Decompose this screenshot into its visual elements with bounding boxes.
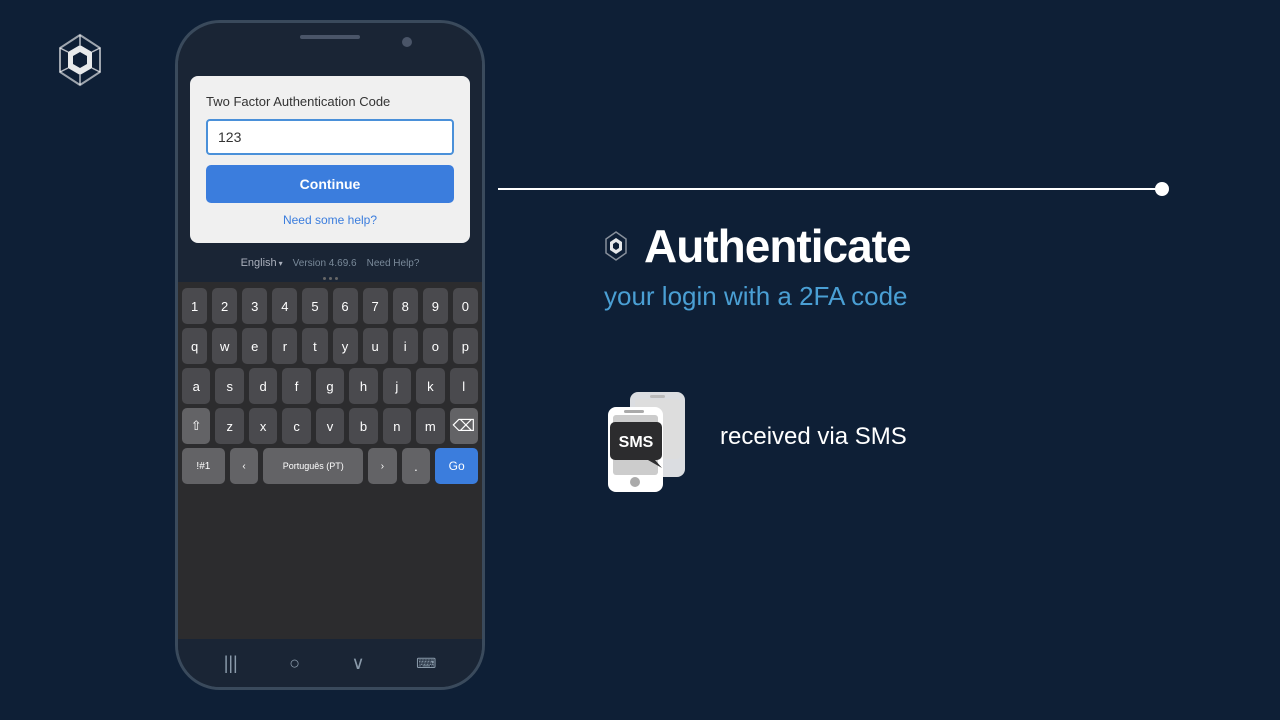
footer-need-help[interactable]: Need Help? (367, 258, 420, 269)
authenticate-brand-icon (600, 230, 632, 262)
key-h[interactable]: h (349, 368, 377, 404)
key-8[interactable]: 8 (393, 288, 418, 324)
2fa-code-input[interactable] (206, 119, 454, 155)
backspace-key[interactable]: ⌫ (450, 408, 478, 444)
language-key[interactable]: Português (PT) (263, 448, 363, 484)
keyboard-row-3: ⇧ z x c v b n m ⌫ (182, 408, 478, 444)
key-f[interactable]: f (282, 368, 310, 404)
phone-camera-dot (402, 37, 412, 47)
key-w[interactable]: w (212, 328, 237, 364)
on-screen-keyboard: 1 2 3 4 5 6 7 8 9 0 q w e r t y u i (178, 282, 482, 639)
key-s[interactable]: s (215, 368, 243, 404)
dialog-title: Two Factor Authentication Code (206, 94, 454, 109)
key-v[interactable]: v (316, 408, 344, 444)
key-d[interactable]: d (249, 368, 277, 404)
key-m[interactable]: m (416, 408, 444, 444)
sms-received-label: received via SMS (720, 423, 907, 451)
keyboard-mode-dots (315, 275, 346, 282)
symbols-key[interactable]: !#1 (182, 448, 225, 484)
key-i[interactable]: i (393, 328, 418, 364)
key-k[interactable]: k (416, 368, 444, 404)
key-z[interactable]: z (215, 408, 243, 444)
authenticate-label: Authenticate (644, 219, 911, 273)
key-g[interactable]: g (316, 368, 344, 404)
keyboard-nav-button[interactable]: ⌨ (416, 655, 436, 672)
phone-app-footer: English ▾ Version 4.69.6 Need Help? (231, 251, 430, 275)
sms-section: SMS received via SMS (600, 372, 1220, 502)
need-help-link[interactable]: Need some help? (206, 213, 454, 227)
dot2 (329, 277, 332, 280)
phone-screen-content: Two Factor Authentication Code Continue … (178, 61, 482, 639)
dot3 (335, 277, 338, 280)
key-p[interactable]: p (453, 328, 478, 364)
phone-mockup: Two Factor Authentication Code Continue … (175, 20, 485, 690)
key-5[interactable]: 5 (302, 288, 327, 324)
go-key[interactable]: Go (435, 448, 478, 484)
keyboard-number-row: 1 2 3 4 5 6 7 8 9 0 (182, 288, 478, 324)
recent-nav-button[interactable]: ∨ (351, 653, 364, 674)
key-b[interactable]: b (349, 408, 377, 444)
shift-key[interactable]: ⇧ (182, 408, 210, 444)
phone-bottom-nav: ||| ○ ∨ ⌨ (178, 639, 482, 687)
key-o[interactable]: o (423, 328, 448, 364)
language-selector[interactable]: English ▾ (241, 257, 283, 269)
connecting-line (498, 188, 1162, 190)
key-q[interactable]: q (182, 328, 207, 364)
phone-notch-line (300, 35, 360, 39)
continue-button[interactable]: Continue (206, 165, 454, 203)
authenticate-title-row: Authenticate (600, 219, 1220, 273)
keyboard-row-2: a s d f g h j k l (182, 368, 478, 404)
key-t[interactable]: t (302, 328, 327, 364)
version-text: Version 4.69.6 (293, 258, 357, 269)
key-4[interactable]: 4 (272, 288, 297, 324)
svg-text:SMS: SMS (619, 434, 654, 451)
key-l[interactable]: l (450, 368, 478, 404)
line-endpoint-dot (1155, 182, 1169, 196)
key-3[interactable]: 3 (242, 288, 267, 324)
sms-phone-icon: SMS (600, 372, 700, 502)
key-a[interactable]: a (182, 368, 210, 404)
key-0[interactable]: 0 (453, 288, 478, 324)
key-7[interactable]: 7 (363, 288, 388, 324)
prev-lang-key[interactable]: ‹ (230, 448, 259, 484)
key-u[interactable]: u (363, 328, 388, 364)
key-1[interactable]: 1 (182, 288, 207, 324)
dot1 (323, 277, 326, 280)
key-x[interactable]: x (249, 408, 277, 444)
key-e[interactable]: e (242, 328, 267, 364)
key-y[interactable]: y (333, 328, 358, 364)
home-nav-button[interactable]: ○ (289, 653, 300, 674)
period-key[interactable]: . (402, 448, 431, 484)
keyboard-row-1: q w e r t y u i o p (182, 328, 478, 364)
key-j[interactable]: j (383, 368, 411, 404)
key-c[interactable]: c (282, 408, 310, 444)
language-chevron-icon: ▾ (279, 259, 283, 268)
key-9[interactable]: 9 (423, 288, 448, 324)
authenticate-section: Authenticate your login with a 2FA code (600, 219, 1220, 312)
key-2[interactable]: 2 (212, 288, 237, 324)
logo-area (50, 30, 110, 95)
authenticate-subtitle: your login with a 2FA code (600, 281, 1220, 312)
language-label: English (241, 257, 277, 269)
key-n[interactable]: n (383, 408, 411, 444)
phone-notch-bar (178, 23, 482, 61)
keyboard-row-4: !#1 ‹ Português (PT) › . Go (182, 448, 478, 484)
back-nav-button[interactable]: ||| (224, 653, 238, 674)
key-r[interactable]: r (272, 328, 297, 364)
key-6[interactable]: 6 (333, 288, 358, 324)
right-panel: Authenticate your login with a 2FA code … (540, 0, 1280, 720)
next-lang-key[interactable]: › (368, 448, 397, 484)
blockchain-logo-icon (50, 30, 110, 90)
2fa-dialog-card: Two Factor Authentication Code Continue … (190, 76, 470, 243)
